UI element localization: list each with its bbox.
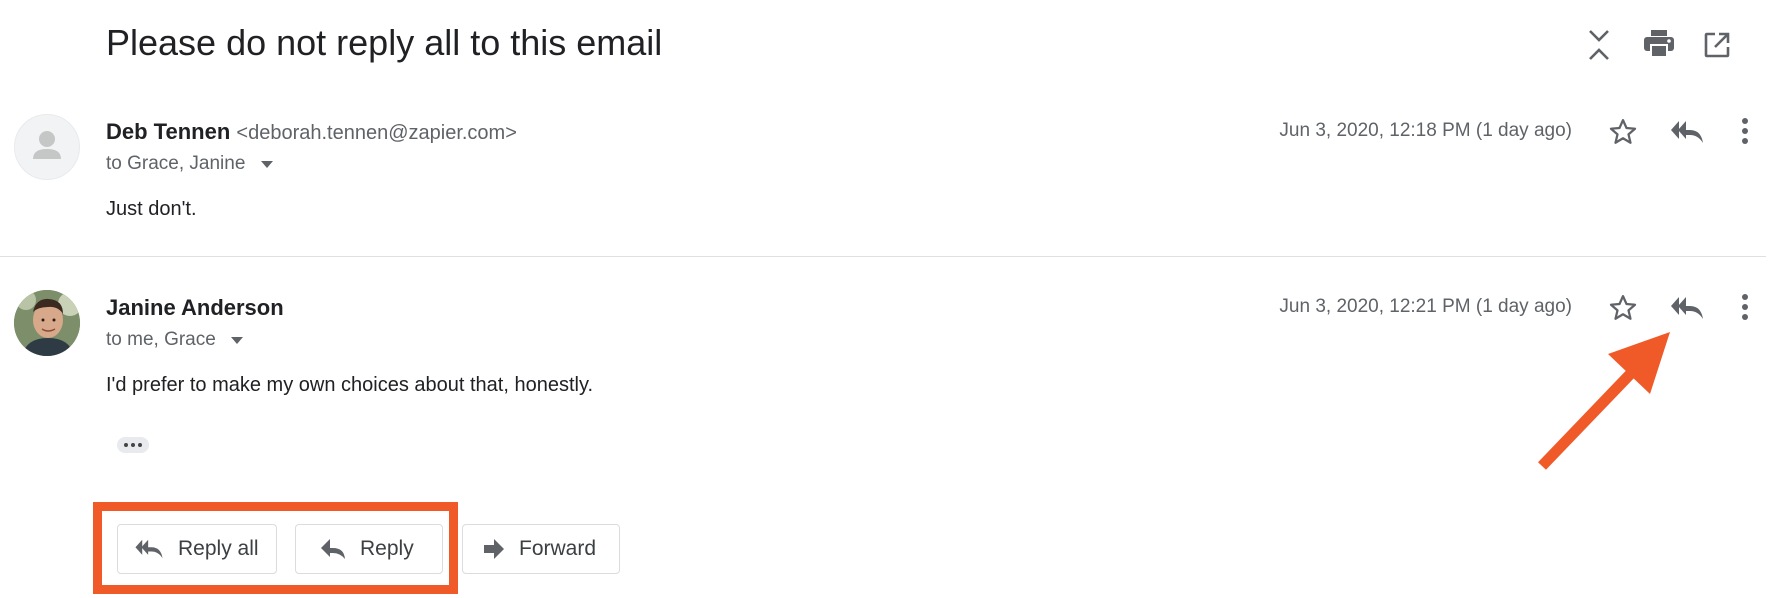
sender-name: Deb Tennen (106, 119, 231, 144)
message-date: Jun 3, 2020, 12:21 PM (1 day ago) (1279, 296, 1572, 317)
reply-all-button[interactable]: Reply all (117, 524, 277, 574)
message-body: I'd prefer to make my own choices about … (106, 374, 594, 396)
email-subject: Please do not reply all to this email (106, 22, 663, 63)
reply-all-label: Reply all (178, 537, 259, 560)
recipients-text: to me, Grace (106, 329, 216, 351)
open-new-window-icon[interactable] (1704, 32, 1730, 58)
message-date: Jun 3, 2020, 12:18 PM (1 day ago) (1279, 120, 1572, 141)
forward-button[interactable]: Forward (462, 524, 620, 574)
chevron-down-icon (231, 329, 244, 351)
recipients-toggle[interactable]: to Grace, Janine (106, 153, 273, 175)
print-icon[interactable] (1644, 30, 1674, 58)
reply-all-icon (134, 538, 164, 560)
chevron-down-icon (260, 153, 273, 175)
sender: Janine Anderson (106, 295, 284, 321)
default-avatar (14, 114, 80, 180)
reply-label: Reply (360, 537, 414, 560)
avatar (14, 290, 80, 356)
more-options-icon[interactable] (1741, 293, 1749, 321)
thread-toolbar (1582, 24, 1782, 68)
forward-icon (483, 539, 505, 559)
show-trimmed-content-button[interactable] (117, 437, 149, 453)
default-person-icon (33, 131, 61, 159)
recipients-toggle[interactable]: to me, Grace (106, 329, 244, 351)
star-icon[interactable] (1608, 117, 1638, 147)
sender-name: Janine Anderson (106, 295, 284, 320)
profile-photo (14, 290, 80, 356)
recipients-text: to Grace, Janine (106, 153, 246, 175)
sender: Deb Tennen <deborah.tennen@zapier.com> (106, 119, 517, 145)
annotation-arrow-icon (1530, 318, 1680, 479)
sender-email: <deborah.tennen@zapier.com> (236, 122, 517, 144)
reply-button[interactable]: Reply (295, 524, 443, 574)
reply-icon (320, 538, 346, 560)
message-divider (0, 256, 1766, 257)
more-options-icon[interactable] (1741, 117, 1749, 145)
forward-label: Forward (519, 537, 597, 560)
reply-all-icon[interactable] (1670, 119, 1704, 145)
collapse-all-icon[interactable] (1586, 28, 1612, 62)
message-body: Just don't. (106, 198, 197, 220)
